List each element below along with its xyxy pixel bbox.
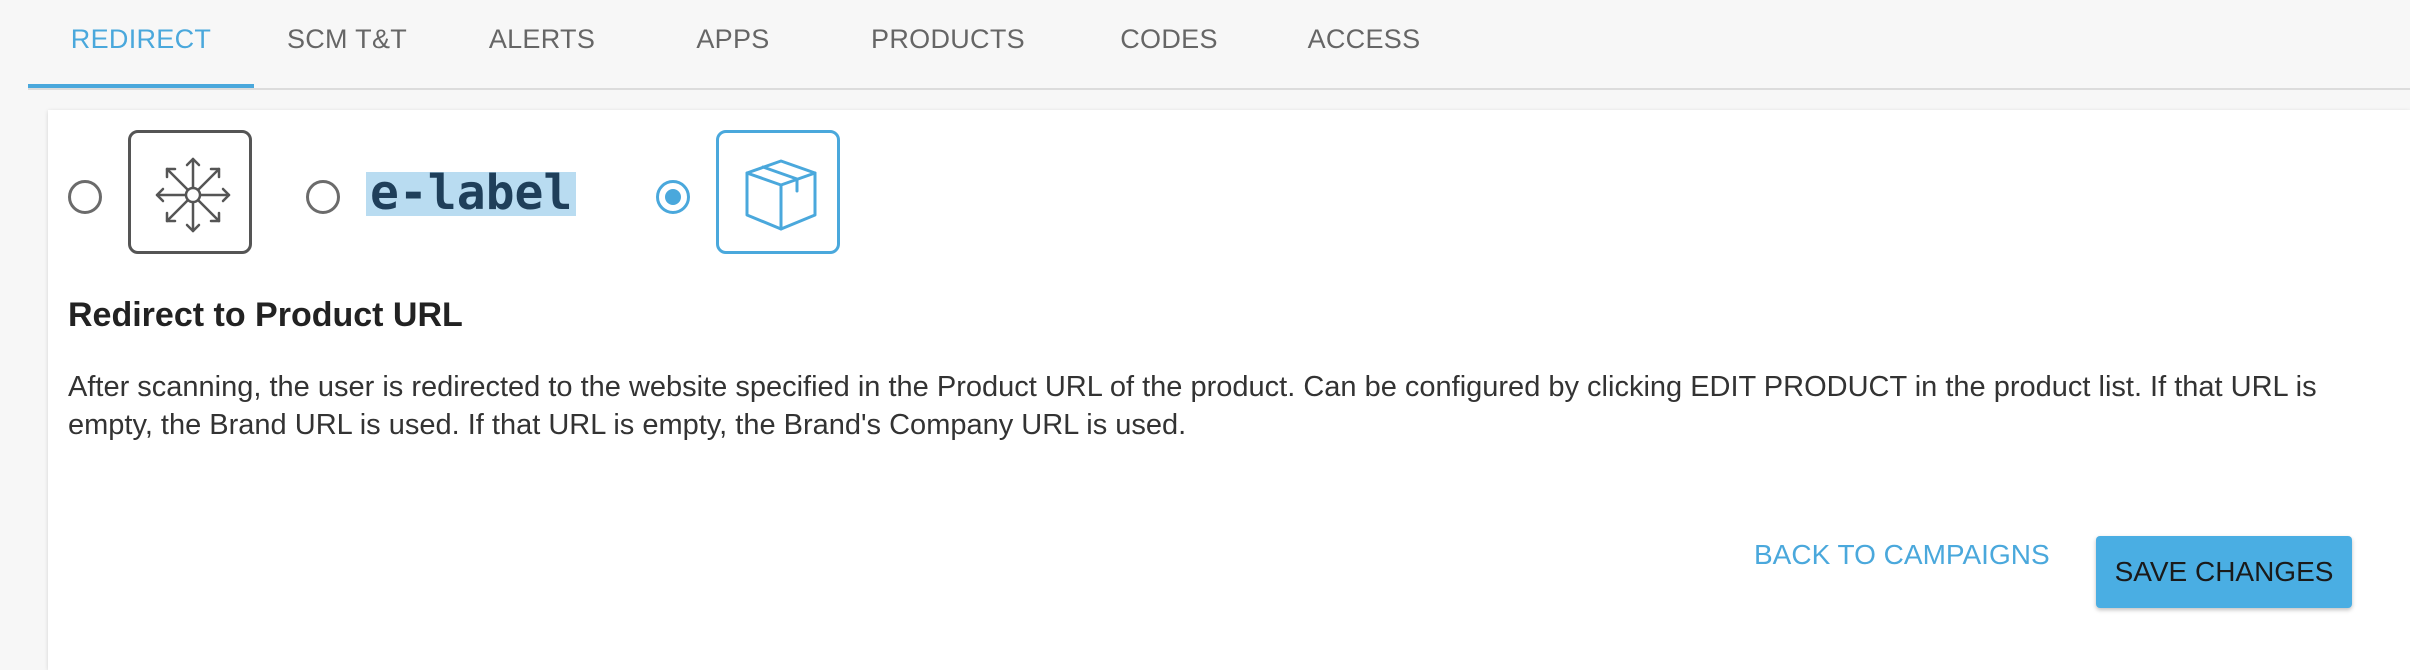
tab-apps[interactable]: APPS (678, 0, 788, 88)
save-changes-button[interactable]: SAVE CHANGES (2096, 536, 2352, 608)
tab-redirect[interactable]: REDIRECT (28, 0, 254, 88)
tab-access[interactable]: ACCESS (1294, 0, 1434, 88)
product-url-option-card[interactable] (716, 130, 840, 254)
back-to-campaigns-button[interactable]: BACK TO CAMPAIGNS (1754, 530, 2050, 580)
box-icon (745, 159, 817, 231)
tab-scm-tt[interactable]: SCM T&T (266, 0, 428, 88)
tab-alerts[interactable]: ALERTS (470, 0, 614, 88)
tab-bar: REDIRECT SCM T&T ALERTS APPS PRODUCTS CO… (28, 0, 2410, 90)
option-heading: Redirect to Product URL (68, 296, 463, 334)
redirect-settings-card: e-label Redirect to Product URL After sc… (48, 110, 2410, 670)
redirect-option-radio[interactable] (68, 180, 102, 214)
e-label-logo[interactable]: e-label (366, 169, 577, 217)
product-url-option-radio[interactable] (656, 180, 690, 214)
active-tab-indicator (28, 84, 254, 88)
tab-codes[interactable]: CODES (1104, 0, 1234, 88)
arrows-expand-icon (155, 157, 231, 233)
elabel-option-radio[interactable] (306, 180, 340, 214)
tab-products[interactable]: PRODUCTS (848, 0, 1048, 88)
option-description: After scanning, the user is redirected t… (68, 371, 2317, 441)
redirect-option-card[interactable] (128, 130, 252, 254)
